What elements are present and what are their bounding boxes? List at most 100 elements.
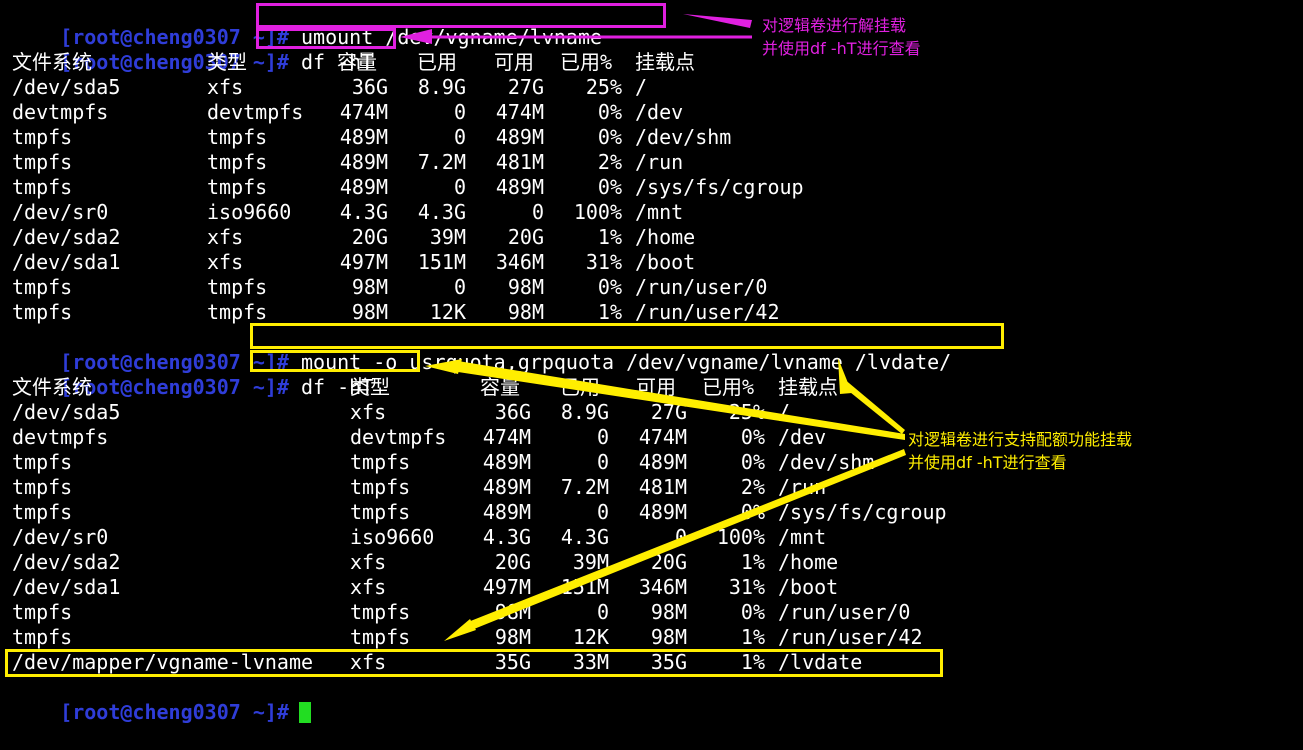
table-cell: /dev/shm (635, 125, 732, 149)
table-cell: 2% (740, 475, 765, 499)
table-cell: 0 (453, 125, 466, 149)
table-cell: 7.2M (560, 475, 609, 499)
header-cell: 类型 (207, 50, 247, 74)
table-cell: 25% (585, 75, 622, 99)
table-cell: 36G (494, 400, 531, 424)
table-cell: tmpfs (350, 500, 411, 524)
table-cell: 0 (674, 525, 687, 549)
table-cell: 8.9G (417, 75, 466, 99)
table-cell: /dev (635, 100, 684, 124)
table-cell: 98M (351, 275, 388, 299)
table-cell: 100% (716, 525, 765, 549)
header-cell: 已用 (417, 50, 457, 74)
table-cell: xfs (350, 575, 387, 599)
table-cell: /dev/sr0 (12, 525, 109, 549)
table-cell: 489M (495, 175, 544, 199)
table-cell: 0 (531, 200, 544, 224)
table-cell: xfs (207, 250, 244, 274)
table-cell: /home (635, 225, 696, 249)
table-cell: /mnt (778, 525, 827, 549)
table-cell: 0 (596, 600, 609, 624)
table-cell: /mnt (635, 200, 684, 224)
table-cell: /dev/shm (778, 450, 875, 474)
table-cell: 8.9G (560, 400, 609, 424)
terminal-cursor[interactable] (298, 702, 311, 723)
annotation-quota-note: 对逻辑卷进行支持配额功能挂载 并使用df -hT进行查看 (908, 430, 1133, 472)
table-cell: 481M (638, 475, 687, 499)
table-cell: 27G (650, 400, 687, 424)
table-cell: /run/user/0 (778, 600, 911, 624)
table-cell: /run (635, 150, 684, 174)
table-cell: tmpfs (12, 300, 73, 324)
table-cell: /run/user/0 (635, 275, 768, 299)
table-cell: xfs (350, 400, 387, 424)
table-cell: tmpfs (207, 275, 268, 299)
table-cell: 497M (482, 575, 531, 599)
table-cell: 346M (495, 250, 544, 274)
table-cell: 20G (351, 225, 388, 249)
table-cell: tmpfs (12, 475, 73, 499)
table-cell: /dev/sda1 (12, 575, 121, 599)
table-cell: 20G (650, 550, 687, 574)
table-cell: 0% (740, 500, 765, 524)
table-cell: 25% (728, 400, 765, 424)
table-cell: 0% (740, 425, 765, 449)
header-cell: 文件系统 (12, 375, 92, 399)
table-cell: xfs (207, 75, 244, 99)
header-cell: 文件系统 (12, 50, 92, 74)
table-cell: /boot (778, 575, 839, 599)
table-cell: 36G (351, 75, 388, 99)
table-cell: 39M (429, 225, 466, 249)
terminal-window[interactable]: [root@cheng0307 ~]# umount /dev/vgname/l… (12, 0, 1302, 724)
table-cell: /home (778, 550, 839, 574)
table-cell: devtmpfs (12, 100, 109, 124)
table-cell: 31% (728, 575, 765, 599)
table-cell: tmpfs (12, 450, 73, 474)
table-cell: tmpfs (350, 600, 411, 624)
table-cell: 481M (495, 150, 544, 174)
header-cell: 挂载点 (635, 50, 695, 74)
table-cell: /sys/fs/cgroup (635, 175, 804, 199)
table-cell: 4.3G (482, 525, 531, 549)
table-cell: tmpfs (12, 600, 73, 624)
header-cell: 已用% (702, 375, 755, 399)
table-cell: /dev/sr0 (12, 200, 109, 224)
table-cell: 0 (596, 500, 609, 524)
table-cell: tmpfs (350, 450, 411, 474)
table-cell: 4.3G (339, 200, 388, 224)
highlight-box-umount (256, 3, 666, 28)
table-cell: 1% (597, 300, 622, 324)
table-cell: 474M (638, 425, 687, 449)
table-cell: devtmpfs (207, 100, 304, 124)
table-cell: 98M (351, 300, 388, 324)
table-cell: 0% (740, 450, 765, 474)
table-cell: 98M (650, 625, 687, 649)
header-cell: 类型 (350, 375, 390, 399)
header-cell: 已用% (560, 50, 613, 74)
highlight-box-mount (250, 323, 1004, 349)
table-cell: /dev (778, 425, 827, 449)
table-cell: xfs (207, 225, 244, 249)
header-cell: 容量 (337, 50, 377, 74)
header-cell: 可用 (636, 375, 676, 399)
table-cell: tmpfs (207, 150, 268, 174)
table-cell: iso9660 (207, 200, 292, 224)
table-cell: 7.2M (417, 150, 466, 174)
table-cell: 346M (638, 575, 687, 599)
table-cell: 0 (453, 100, 466, 124)
table-cell: tmpfs (12, 275, 73, 299)
command-line-current[interactable]: [root@cheng0307 ~]# (12, 675, 311, 724)
table-cell: 489M (482, 475, 531, 499)
table-cell: 100% (573, 200, 622, 224)
table-cell: 0 (453, 175, 466, 199)
table-cell: 98M (494, 600, 531, 624)
table-cell: 0 (596, 450, 609, 474)
table-cell: 151M (560, 575, 609, 599)
table-cell: tmpfs (12, 625, 73, 649)
table-cell: 474M (339, 100, 388, 124)
table-cell: tmpfs (350, 625, 411, 649)
table-cell: 31% (585, 250, 622, 274)
table-cell: tmpfs (207, 300, 268, 324)
table-cell: /run/user/42 (635, 300, 780, 324)
table-cell: /boot (635, 250, 696, 274)
